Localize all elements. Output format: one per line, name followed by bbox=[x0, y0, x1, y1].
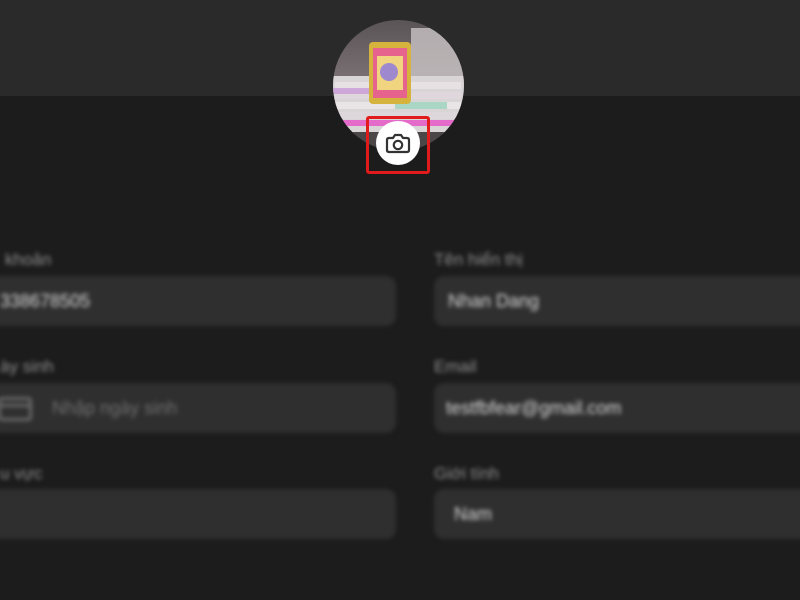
account-field[interactable]: 338678505 bbox=[0, 276, 396, 326]
birthday-label: ày sinh bbox=[0, 357, 54, 376]
birthday-field[interactable]: Nhập ngày sinh bbox=[0, 383, 396, 433]
email-field[interactable]: testfbfear@gmail.com bbox=[434, 383, 800, 433]
display-name-field[interactable]: Nhan Dang bbox=[434, 276, 800, 326]
profile-edit-page: khoản 338678505 ày sinh Nhập ngày sinh u… bbox=[0, 0, 800, 600]
birthday-placeholder: Nhập ngày sinh bbox=[52, 398, 178, 418]
gender-select[interactable]: Nam bbox=[434, 489, 800, 539]
camera-icon bbox=[385, 133, 411, 154]
display-name-value: Nhan Dang bbox=[448, 291, 540, 311]
calendar-icon[interactable] bbox=[0, 397, 32, 421]
change-avatar-button[interactable] bbox=[376, 121, 420, 165]
account-value: 338678505 bbox=[0, 291, 91, 311]
display-name-label: Tên hiển thị bbox=[434, 250, 523, 269]
role-field[interactable] bbox=[0, 489, 396, 539]
role-label: u vực bbox=[0, 464, 43, 483]
email-label: Email bbox=[434, 357, 477, 376]
account-label: khoản bbox=[5, 250, 52, 269]
email-value: testfbfear@gmail.com bbox=[446, 398, 622, 418]
gender-label: Giới tính bbox=[434, 464, 500, 483]
gender-value: Nam bbox=[454, 504, 493, 524]
